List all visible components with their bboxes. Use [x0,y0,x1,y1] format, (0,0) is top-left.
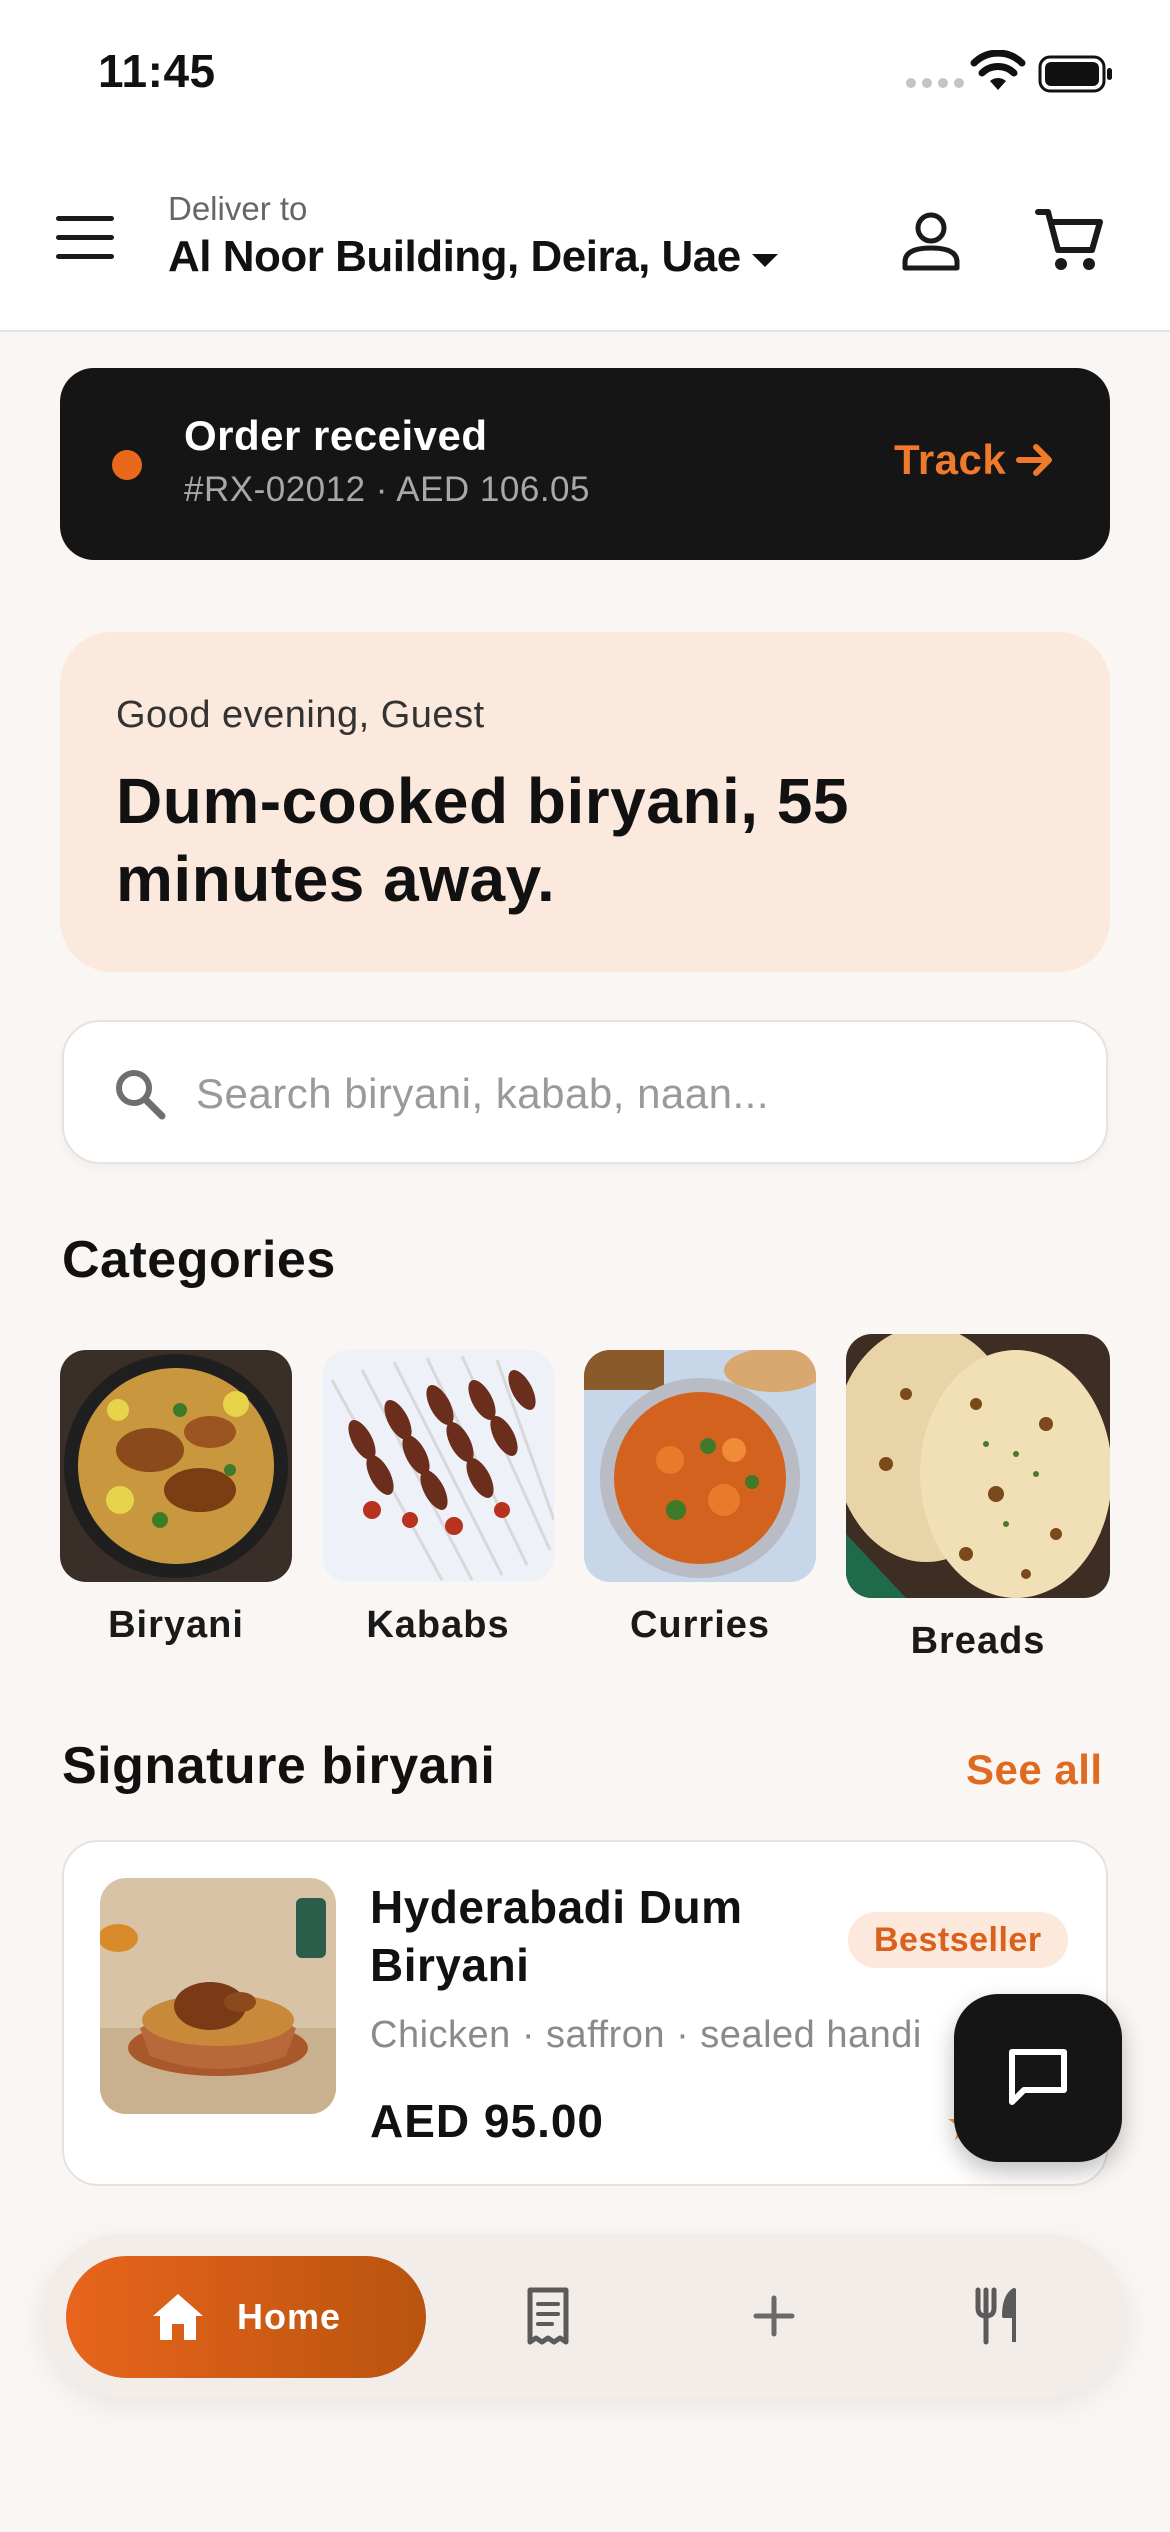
category-kababs[interactable]: Kababs [322,1350,554,1647]
bestseller-badge: Bestseller [848,1912,1068,1968]
order-status-dot [112,450,142,480]
nav-menu-tab[interactable] [956,2274,1040,2358]
product-image [100,1878,336,2114]
plus-icon [753,2295,795,2337]
user-icon[interactable] [898,208,964,274]
product-price: AED 95.00 [370,2095,605,2147]
category-curries[interactable]: Curries [584,1350,816,1647]
utensils-icon [975,2287,1016,2345]
greeting-subtitle: Good evening, Guest [116,694,485,736]
nav-home-tab[interactable]: Home [66,2256,426,2378]
biryani-image [60,1350,292,1582]
nav-home-label: Home [236,2296,342,2337]
category-label: Curries [629,1604,771,1646]
category-label: Breads [910,1620,1046,1662]
home-icon [152,2294,203,2340]
curries-image [584,1350,816,1582]
see-all-link[interactable]: See all [966,1746,1103,1794]
wifi-icon [970,50,1026,90]
order-meta: #RX-02012 · AED 106.05 [184,470,590,509]
categories-title: Categories [62,1231,336,1289]
product-name: Hyderabadi Dum Biryani [370,1881,743,1991]
track-label: Track [894,436,1007,483]
cellular-signal-icon [906,78,964,88]
deliver-to-label: Deliver to [168,190,308,227]
greeting-headline: Dum-cooked biryani, 55 minutes away. [116,765,849,915]
category-label: Biryani [108,1604,244,1646]
greeting-card: Good evening, Guest Dum-cooked biryani, … [60,632,1110,972]
search-bar[interactable] [62,1020,1108,1164]
status-bar: 11:45 [0,0,1170,150]
kababs-image [322,1350,554,1582]
battery-icon [1038,55,1112,93]
order-status-banner[interactable]: Order received #RX-02012 · AED 106.05 Tr… [60,368,1110,560]
arrow-right-icon [1016,444,1053,476]
nav-add-tab[interactable] [732,2274,816,2358]
category-label: Kababs [366,1604,510,1646]
nav-orders-tab[interactable] [506,2274,590,2358]
category-breads[interactable]: Breads [846,1334,1110,1663]
product-card[interactable]: Hyderabadi Dum Biryani Bestseller Chicke… [62,1840,1108,2186]
order-status-title: Order received [184,412,488,459]
chevron-down-icon[interactable] [752,254,778,267]
receipt-icon [527,2287,569,2345]
search-icon [116,1070,166,1120]
status-time: 11:45 [98,45,216,97]
app-header: Deliver to Al Noor Building, Deira, Uae [0,150,1170,332]
search-input[interactable] [196,1062,1056,1126]
signature-section-title: Signature biryani [62,1737,496,1795]
bottom-navigation: Home [42,2234,1128,2398]
chat-button[interactable] [954,1994,1122,2162]
track-order-button[interactable]: Track [894,436,1054,484]
category-biryani[interactable]: Biryani [60,1350,292,1647]
chat-icon [1009,2049,1067,2105]
hamburger-menu-icon[interactable] [56,216,114,260]
cart-icon[interactable] [1034,204,1106,276]
breads-image [846,1334,1110,1598]
delivery-address[interactable]: Al Noor Building, Deira, Uae [168,232,741,282]
